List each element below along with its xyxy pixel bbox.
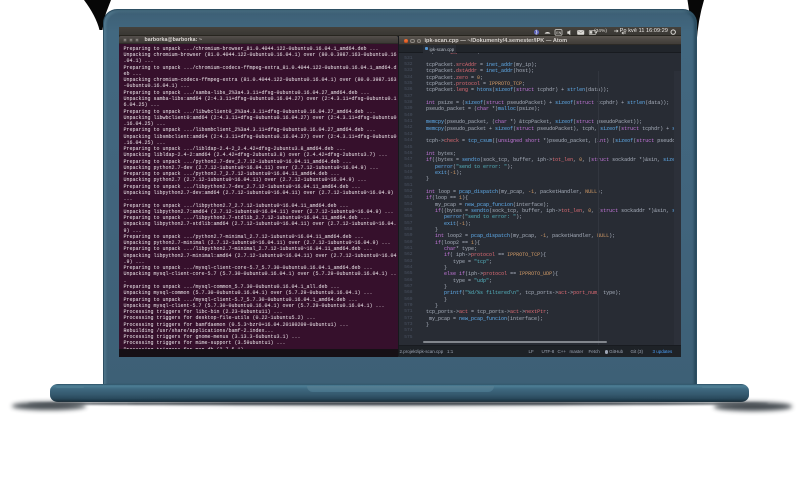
svg-text:EN: EN [556,30,561,34]
